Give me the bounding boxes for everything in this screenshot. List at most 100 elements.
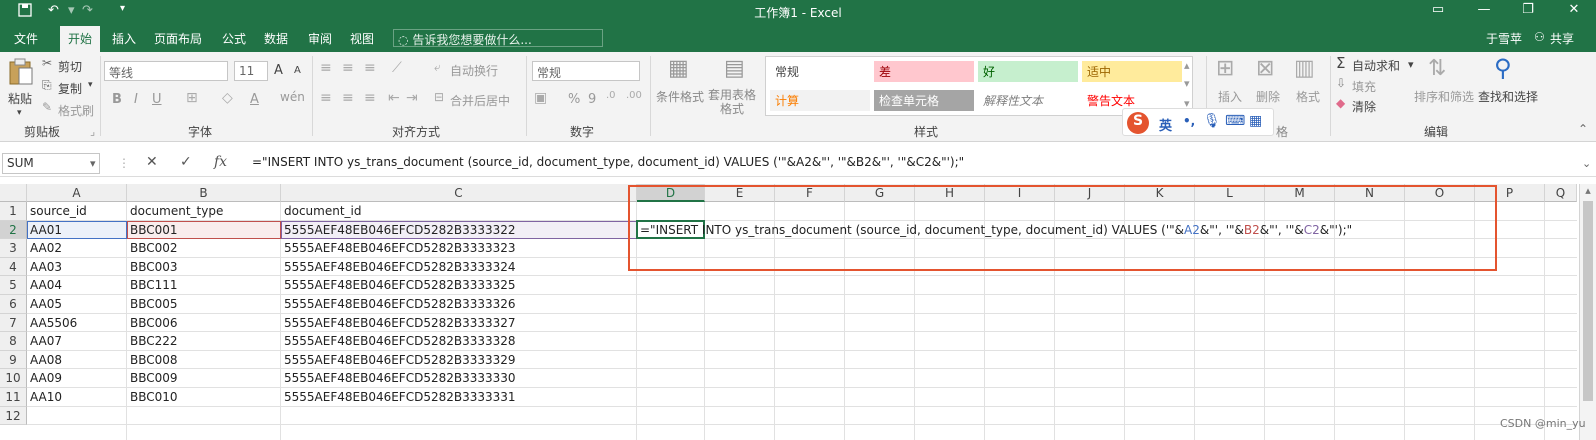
- tab-home[interactable]: 开始: [60, 26, 101, 52]
- gallery-down-icon[interactable]: ▾: [1184, 77, 1190, 90]
- format-as-table-icon[interactable]: ▤: [724, 56, 745, 81]
- tab-insert[interactable]: 插入: [112, 30, 136, 47]
- bold-button[interactable]: B: [112, 92, 122, 107]
- cell-a8[interactable]: AA07: [27, 334, 62, 348]
- insert-function-icon[interactable]: fx: [214, 154, 227, 170]
- user-name[interactable]: 于雪苹: [1486, 30, 1522, 47]
- row-header-7[interactable]: 7: [0, 313, 27, 333]
- eraser-icon[interactable]: ◆: [1336, 96, 1345, 110]
- conditional-formatting-button[interactable]: 条件格式: [656, 88, 704, 105]
- fill-icon[interactable]: ⇩: [1336, 76, 1346, 90]
- row-header-3[interactable]: 3: [0, 239, 27, 258]
- row-header-5[interactable]: 5: [0, 276, 27, 295]
- fill-color-icon[interactable]: ◇: [222, 90, 233, 106]
- ime-punct-toggle[interactable]: •,: [1183, 114, 1195, 128]
- cancel-icon[interactable]: ✕: [146, 154, 158, 170]
- format-cells-button[interactable]: 格式: [1296, 88, 1320, 105]
- close-icon[interactable]: ✕: [1562, 2, 1586, 17]
- tab-file[interactable]: 文件: [14, 30, 38, 47]
- mic-icon[interactable]: 🎙: [1203, 113, 1221, 129]
- cell-c9[interactable]: 5555AEF48EB046EFCD5282B3333329: [281, 353, 516, 367]
- number-format-select[interactable]: 常规: [532, 61, 640, 81]
- share-button[interactable]: 共享: [1550, 30, 1574, 47]
- find-select-button[interactable]: 查找和选择: [1478, 88, 1538, 105]
- cell-b4[interactable]: BBC003: [127, 260, 178, 274]
- style-cell[interactable]: 计算: [770, 90, 870, 111]
- cut-icon[interactable]: ✂: [42, 56, 52, 70]
- wrap-text-icon[interactable]: ⤶: [434, 60, 441, 75]
- cell-c3[interactable]: 5555AEF48EB046EFCD5282B3333323: [281, 241, 516, 255]
- align-left-icon[interactable]: ≡: [320, 90, 332, 106]
- select-all-corner[interactable]: [0, 184, 27, 202]
- insert-cells-icon[interactable]: ⊞: [1216, 56, 1234, 81]
- tab-data[interactable]: 数据: [264, 30, 288, 47]
- increase-indent-icon[interactable]: ⇥: [406, 90, 418, 106]
- row-header-4[interactable]: 4: [0, 257, 27, 277]
- font-size-input[interactable]: 11: [234, 61, 268, 81]
- conditional-formatting-icon[interactable]: ▦: [668, 56, 689, 81]
- increase-decimal-icon[interactable]: .0: [606, 90, 616, 101]
- border-icon[interactable]: ⊞: [186, 90, 198, 106]
- shrink-font-icon[interactable]: A: [294, 65, 301, 76]
- minimize-icon[interactable]: —: [1472, 2, 1496, 17]
- delete-cells-button[interactable]: 删除: [1256, 88, 1280, 105]
- cell-c8[interactable]: 5555AEF48EB046EFCD5282B3333328: [281, 334, 516, 348]
- row-header-8[interactable]: 8: [0, 332, 27, 351]
- ribbon-display-icon[interactable]: ▭: [1426, 2, 1450, 17]
- cell-a5[interactable]: AA04: [27, 278, 62, 292]
- grow-font-icon[interactable]: A: [274, 63, 283, 78]
- format-as-table-button[interactable]: 套用表格格式: [706, 88, 758, 116]
- clear-button[interactable]: 清除: [1352, 98, 1376, 115]
- cell-c4[interactable]: 5555AEF48EB046EFCD5282B3333324: [281, 260, 516, 274]
- style-cell[interactable]: 适中: [1082, 61, 1182, 82]
- merge-center-button[interactable]: 合并后居中: [450, 92, 510, 109]
- align-top-icon[interactable]: ≡: [320, 60, 332, 76]
- underline-button[interactable]: U: [152, 92, 162, 107]
- ime-lang-toggle[interactable]: 英: [1159, 115, 1172, 134]
- align-middle-icon[interactable]: ≡: [342, 60, 354, 76]
- row-header-11[interactable]: 11: [0, 388, 27, 407]
- cell-c5[interactable]: 5555AEF48EB046EFCD5282B3333325: [281, 278, 516, 292]
- decrease-indent-icon[interactable]: ⇤: [388, 90, 400, 106]
- tell-me-box[interactable]: ◌ 告诉我您想要做什么...: [393, 29, 603, 47]
- cell-a1[interactable]: source_id: [27, 204, 87, 218]
- tab-formulas[interactable]: 公式: [222, 30, 246, 47]
- name-box-dropdown-icon[interactable]: ▾: [90, 157, 96, 170]
- cell-b1[interactable]: document_type: [127, 204, 223, 218]
- cell-a11[interactable]: AA10: [27, 390, 62, 404]
- sort-filter-icon[interactable]: ⇅: [1428, 56, 1446, 81]
- format-painter-button[interactable]: 格式刷: [58, 102, 94, 119]
- row-header-12[interactable]: 12: [0, 406, 27, 426]
- align-center-icon[interactable]: ≡: [342, 90, 354, 106]
- copy-dropdown-icon[interactable]: ▾: [88, 80, 93, 90]
- merge-icon[interactable]: ⊟: [434, 90, 444, 104]
- font-color-icon[interactable]: A: [250, 92, 259, 107]
- decrease-decimal-icon[interactable]: .00: [626, 90, 642, 101]
- cell-a10[interactable]: AA09: [27, 371, 62, 385]
- cell-a3[interactable]: AA02: [27, 241, 62, 255]
- name-box[interactable]: SUM: [2, 153, 100, 174]
- font-name-input[interactable]: 等线: [104, 61, 228, 81]
- align-bottom-icon[interactable]: ≡: [364, 60, 376, 76]
- tab-page-layout[interactable]: 页面布局: [154, 30, 202, 47]
- restore-icon[interactable]: ❐: [1516, 2, 1540, 17]
- scroll-thumb[interactable]: [1583, 201, 1593, 401]
- align-right-icon[interactable]: ≡: [364, 90, 376, 106]
- cell-b3[interactable]: BBC002: [127, 241, 178, 255]
- cell-c1[interactable]: document_id: [281, 204, 362, 218]
- style-cell[interactable]: 常规: [770, 61, 870, 82]
- collapse-ribbon-icon[interactable]: ⌃: [1578, 122, 1588, 136]
- phonetic-icon[interactable]: wén: [280, 90, 305, 104]
- orientation-icon[interactable]: ⟋: [392, 60, 402, 76]
- italic-button[interactable]: I: [134, 92, 138, 107]
- percent-button[interactable]: %: [568, 92, 580, 107]
- cell-b2[interactable]: BBC001: [127, 223, 178, 237]
- style-cell[interactable]: 好: [978, 61, 1078, 82]
- autosum-dropdown-icon[interactable]: ▾: [1408, 58, 1414, 71]
- column-header-b[interactable]: B: [127, 184, 281, 202]
- column-header-a[interactable]: A: [27, 184, 127, 202]
- insert-cells-button[interactable]: 插入: [1218, 88, 1242, 105]
- tab-review[interactable]: 审阅: [308, 30, 332, 47]
- cell-c10[interactable]: 5555AEF48EB046EFCD5282B3333330: [281, 371, 516, 385]
- comma-button[interactable]: 9: [588, 92, 596, 107]
